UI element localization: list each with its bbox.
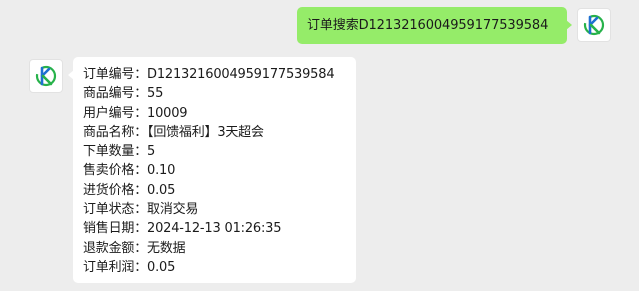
row-label: 商品名称：	[83, 124, 148, 140]
outgoing-message-bubble[interactable]: 订单搜索D1213216004959177539584	[297, 7, 572, 44]
row-value: 55	[147, 86, 164, 102]
row-value: 无数据	[147, 240, 186, 256]
sale-date-row: 销售日期：2024-12-13 01:26:35	[83, 219, 346, 238]
order-number-row: 订单编号：D1213216004959177539584	[83, 65, 346, 84]
row-label: 用户编号：	[83, 105, 148, 121]
row-value: 0.05	[147, 259, 176, 275]
row-value: 5	[147, 144, 156, 160]
row-value: 10009	[147, 105, 188, 121]
row-label: 商品编号：	[83, 86, 148, 102]
user-avatar[interactable]	[577, 8, 611, 42]
row-label: 进货价格：	[83, 182, 148, 198]
row-label: 退款金额：	[83, 240, 148, 256]
brand-logo-icon	[583, 14, 605, 36]
row-value: 0.10	[147, 163, 176, 179]
order-status-row: 订单状态：取消交易	[83, 200, 346, 219]
product-id-row: 商品编号：55	[83, 84, 346, 103]
incoming-message-bubble[interactable]: 订单编号：D1213216004959177539584 商品编号：55 用户编…	[68, 57, 356, 283]
row-value: 2024-12-13 01:26:35	[147, 221, 282, 237]
quantity-row: 下单数量：5	[83, 142, 346, 161]
cost-price-row: 进货价格：0.05	[83, 181, 346, 200]
row-value: 【回馈福利】3天超会	[147, 124, 264, 140]
row-value: 0.05	[147, 182, 176, 198]
product-name-row: 商品名称：【回馈福利】3天超会	[83, 123, 346, 142]
row-label: 订单编号：	[83, 67, 148, 82]
row-value: 取消交易	[147, 202, 199, 218]
row-label: 销售日期：	[83, 221, 148, 237]
order-profit-row: 订单利润：0.05	[83, 258, 346, 277]
outgoing-message-text: 订单搜索D1213216004959177539584	[307, 18, 549, 33]
user-id-row: 用户编号：10009	[83, 104, 346, 123]
row-label: 售卖价格：	[83, 163, 148, 179]
refund-amount-row: 退款金额：无数据	[83, 239, 346, 258]
sale-price-row: 售卖价格：0.10	[83, 161, 346, 180]
row-label: 下单数量：	[83, 144, 148, 160]
row-label: 订单状态：	[83, 202, 148, 218]
brand-logo-icon	[35, 65, 57, 87]
bot-avatar[interactable]	[29, 59, 63, 93]
row-value: D1213216004959177539584	[147, 67, 335, 82]
row-label: 订单利润：	[83, 259, 148, 275]
